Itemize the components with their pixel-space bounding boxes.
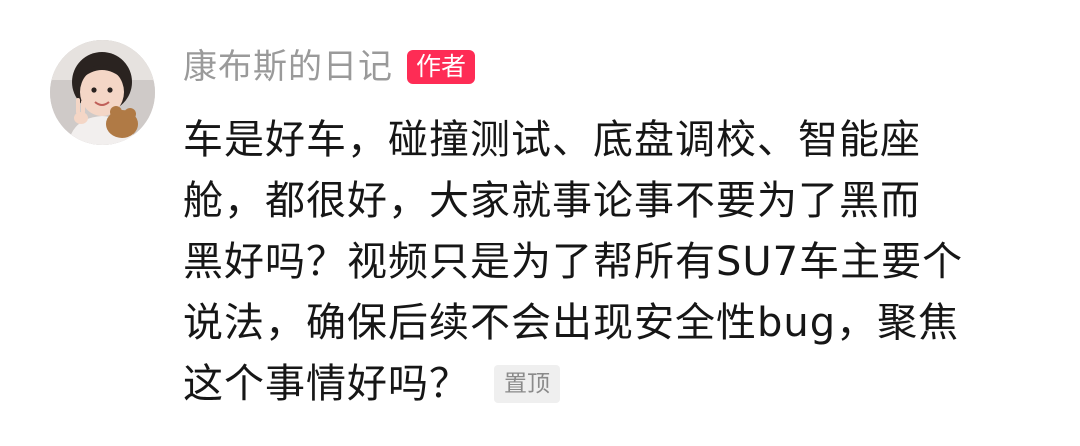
- comment-text-line: 黑好吗？视频只是为了帮所有SU7车主要个: [183, 239, 964, 285]
- comment-text: 车是好车，碰撞测试、底盘调校、智能座 舱，都很好，大家就事论事不要为了黑而 黑好…: [183, 110, 1043, 415]
- comment-item: 康布斯的日记 作者 车是好车，碰撞测试、底盘调校、智能座 舱，都很好，大家就事论…: [0, 0, 1080, 446]
- comment-text-line: 车是好车，碰撞测试、底盘调校、智能座: [183, 117, 921, 163]
- comment-header: 康布斯的日记 作者: [183, 45, 476, 89]
- avatar[interactable]: [50, 40, 155, 145]
- comment-text-line: 舱，都很好，大家就事论事不要为了黑而: [183, 178, 921, 224]
- author-badge: 作者: [407, 50, 476, 84]
- pinned-tag: 置顶: [494, 365, 560, 403]
- comment-text-line: 说法，确保后续不会出现安全性bug，聚焦: [183, 300, 960, 346]
- comment-text-last-line: 这个事情好吗？ 置顶: [183, 354, 1043, 415]
- avatar-image: [50, 40, 155, 145]
- comment-text-line: 这个事情好吗？: [183, 361, 470, 407]
- author-name[interactable]: 康布斯的日记: [183, 45, 393, 89]
